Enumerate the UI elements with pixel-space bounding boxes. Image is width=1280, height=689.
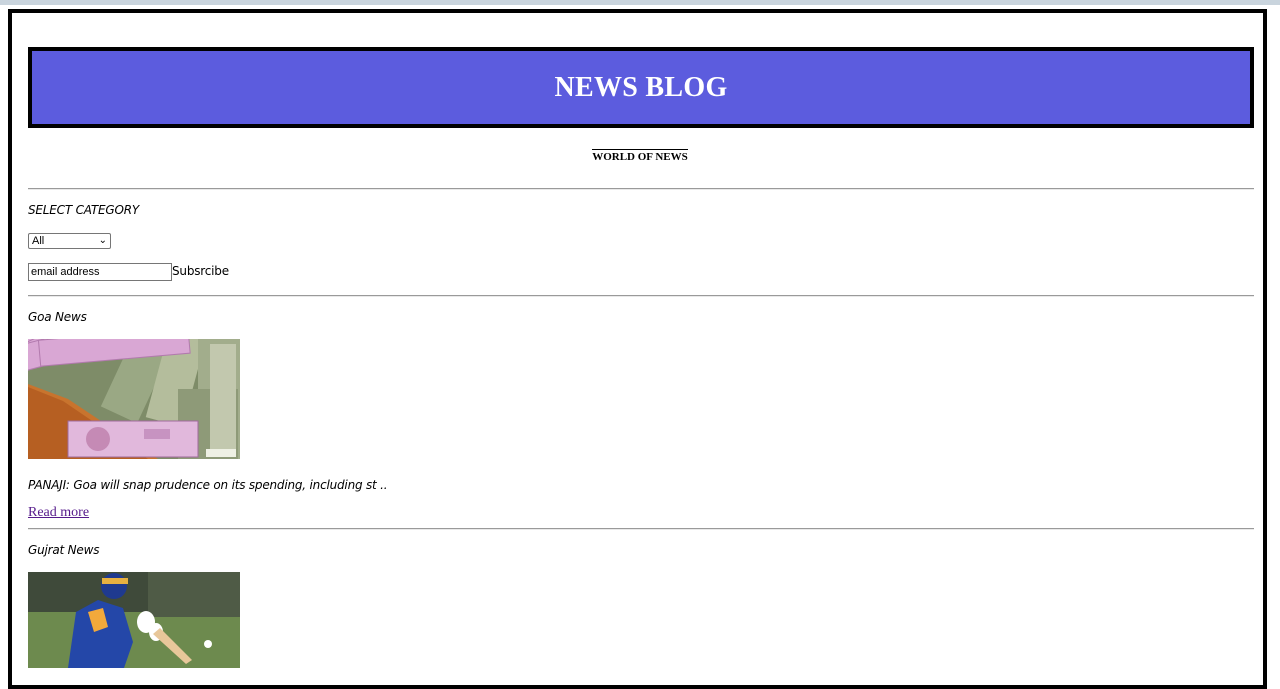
- subscribe-button[interactable]: Subsrcibe: [172, 264, 229, 278]
- site-header: NEWS BLOG: [28, 47, 1254, 128]
- post-category: Gujrat News: [28, 543, 100, 557]
- read-more-link[interactable]: Read more: [28, 505, 89, 521]
- post-excerpt: PANAJI: Goa will snap prudence on its sp…: [28, 478, 388, 492]
- category-selected-value: All: [32, 235, 45, 247]
- email-field[interactable]: [28, 263, 172, 281]
- site-subtitle: WORLD OF NEWS: [0, 147, 1280, 165]
- chevron-down-icon: ⌄: [98, 235, 107, 246]
- browser-top-line: [0, 0, 1280, 5]
- divider: [28, 528, 1254, 530]
- category-label: SELECT CATEGORY: [28, 203, 140, 217]
- post-image: [28, 339, 240, 459]
- divider: [28, 188, 1254, 190]
- post-category: Goa News: [28, 310, 87, 324]
- category-select[interactable]: All ⌄: [28, 233, 111, 249]
- site-title: NEWS BLOG: [554, 71, 728, 103]
- subtitle-text: WORLD OF NEWS: [592, 149, 688, 163]
- post-image: [28, 572, 240, 668]
- divider: [28, 295, 1254, 297]
